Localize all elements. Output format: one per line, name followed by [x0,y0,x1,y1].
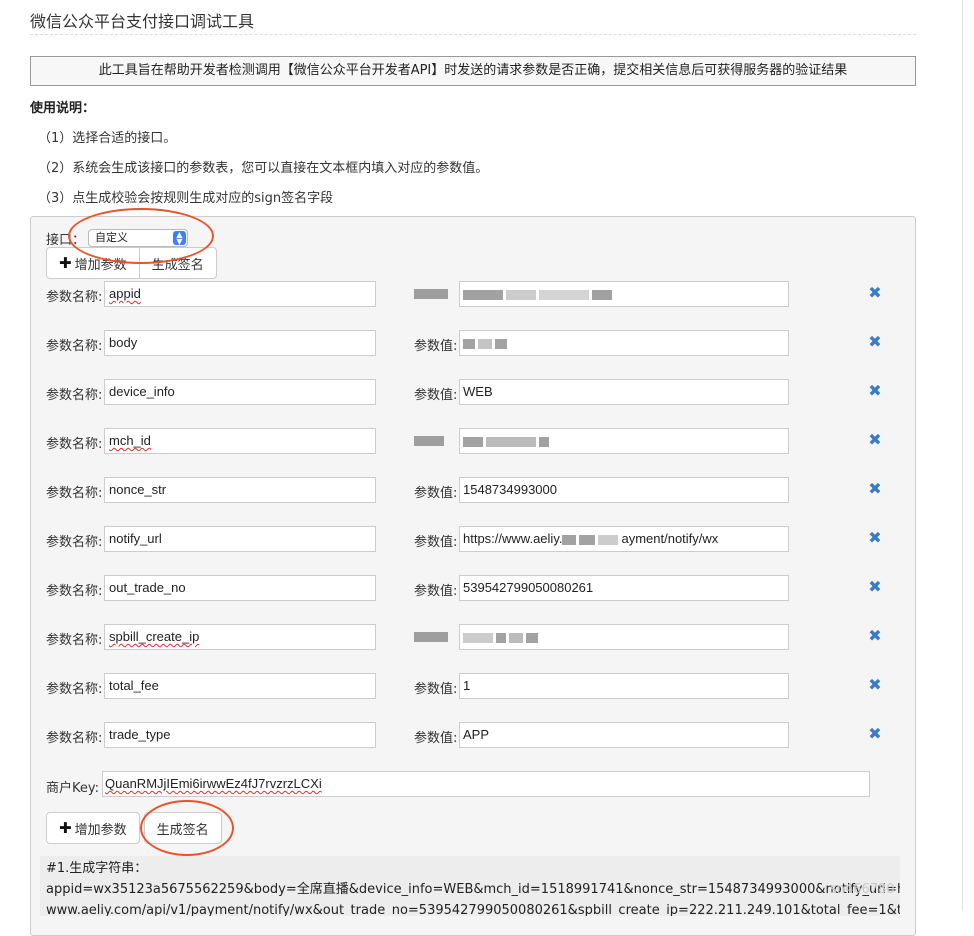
param-value-label: 参数值: [414,339,458,354]
merchant-key-input[interactable]: QuanRMJjIEmi6irwwEz4fJ7rvzrzLCXi [102,771,870,797]
add-param-button-top[interactable]: ✚ 增加参数 [46,247,140,279]
interface-select[interactable]: 自定义 ▲ ▼ [88,229,188,247]
watermark: sn466780 [830,882,895,897]
close-x-icon[interactable]: ✖ [868,726,882,742]
param-name-input[interactable]: trade_type [104,722,376,748]
param-row: 参数名称: notify_url 参数值: https://www.aeliy.… [0,526,974,552]
bottom-button-group: ✚ 增加参数 生成签名 [46,812,222,844]
param-value-input[interactable] [459,624,789,650]
param-value-label: 参数值: [414,486,458,501]
usage-step-2: （2）系统会生成该接口的参数表，您可以直接在文本框内填入对应的参数值。 [38,161,489,176]
param-row: 参数名称: total_fee 参数值: 1 ✖ [0,673,974,699]
param-name-input[interactable]: spbill_create_ip [104,624,376,650]
usage-step-1: （1）选择合适的接口。 [38,131,177,146]
param-row: 参数名称: mch_id ✖ [0,428,974,454]
param-value-label: 参数值: [414,535,458,550]
param-name-input[interactable]: out_trade_no [104,575,376,601]
close-x-icon[interactable]: ✖ [868,677,882,693]
interface-label: 接口： [46,233,86,248]
result-heading: #1.生成字符串： [46,861,148,876]
param-name-label: 参数名称: [46,388,103,403]
usage-step-3: （3）点生成校验会按规则生成对应的sign签名字段 [38,191,334,206]
param-name-input[interactable]: mch_id [104,428,376,454]
close-x-icon[interactable]: ✖ [868,285,882,301]
param-name-input[interactable]: notify_url [104,526,376,552]
plus-icon: ✚ [59,254,72,272]
param-row: 参数名称: appid ✖ [0,281,974,307]
usage-title: 使用说明： [30,101,96,116]
close-x-icon[interactable]: ✖ [868,383,882,399]
close-x-icon[interactable]: ✖ [868,481,882,497]
select-arrows-icon: ▲ ▼ [173,231,186,246]
param-value-label [414,629,451,644]
param-row: 参数名称: spbill_create_ip ✖ [0,624,974,650]
param-value-input[interactable]: WEB [459,379,789,405]
add-param-label: 增加参数 [74,822,127,838]
page-title: 微信公众平台支付接口调试工具 [30,12,255,31]
param-value-label: 参数值: [414,584,458,599]
param-value-label: 参数值: [414,388,458,403]
param-value-label: 参数值: [414,731,458,746]
close-x-icon[interactable]: ✖ [868,530,882,546]
param-value-input[interactable]: https://www.aeliy. ayment/notify/wx [459,526,789,552]
gen-sign-button-top[interactable]: 生成签名 [139,247,217,279]
plus-icon: ✚ [59,819,72,837]
close-x-icon[interactable]: ✖ [868,432,882,448]
title-divider [30,34,916,35]
param-value-input[interactable] [459,330,789,356]
param-name-label: 参数名称: [46,486,103,501]
param-row: 参数名称: body 参数值: ✖ [0,330,974,356]
param-name-label: 参数名称: [46,339,103,354]
merchant-key-label: 商户Key: [46,781,100,796]
param-value-input[interactable]: 1548734993000 [459,477,789,503]
add-param-button-bottom[interactable]: ✚ 增加参数 [46,812,140,844]
param-name-label: 参数名称: [46,437,103,452]
param-row: 参数名称: out_trade_no 参数值: 5395427990500802… [0,575,974,601]
param-name-label: 参数名称: [46,535,103,550]
param-name-input[interactable]: nonce_str [104,477,376,503]
param-name-input[interactable]: body [104,330,376,356]
param-name-label: 参数名称: [46,682,103,697]
result-line: appid=wx35123a5675562259&body=全席直播&devic… [46,882,900,897]
param-value-input[interactable] [459,428,789,454]
param-name-label: 参数名称: [46,633,103,648]
param-row: 参数名称: trade_type 参数值: APP ✖ [0,722,974,748]
param-value-label [414,286,451,301]
param-name-input[interactable]: device_info [104,379,376,405]
param-name-label: 参数名称: [46,584,103,599]
param-value-label: 参数值: [414,682,458,697]
interface-selected-value: 自定义 [95,231,128,244]
close-x-icon[interactable]: ✖ [868,579,882,595]
close-x-icon[interactable]: ✖ [868,334,882,350]
param-value-input[interactable]: 1 [459,673,789,699]
close-x-icon[interactable]: ✖ [868,628,882,644]
param-name-input[interactable]: appid [104,281,376,307]
gen-sign-button-bottom[interactable]: 生成签名 [143,812,222,844]
param-value-input[interactable]: 539542799050080261 [459,575,789,601]
gen-sign-label: 生成签名 [151,257,204,273]
param-row: 参数名称: device_info 参数值: WEB ✖ [0,379,974,405]
add-param-label: 增加参数 [74,257,127,273]
param-name-label: 参数名称: [46,731,103,746]
top-button-group: ✚ 增加参数 生成签名 [46,247,217,279]
gen-sign-label: 生成签名 [156,822,209,838]
param-name-input[interactable]: total_fee [104,673,376,699]
param-row: 参数名称: nonce_str 参数值: 1548734993000 ✖ [0,477,974,503]
page-edge-divider [962,0,963,911]
result-output: #1.生成字符串： appid=wx35123a5675562259&body=… [40,856,900,916]
notice-banner: 此工具旨在帮助开发者检测调用【微信公众平台开发者API】时发送的请求参数是否正确… [30,56,916,86]
result-line: www.aeliy.com/api/v1/payment/notify/wx&o… [46,903,900,916]
param-name-label: 参数名称: [46,290,103,305]
param-value-label [414,433,447,448]
param-value-input[interactable]: APP [459,722,789,748]
param-value-input[interactable] [459,281,789,307]
